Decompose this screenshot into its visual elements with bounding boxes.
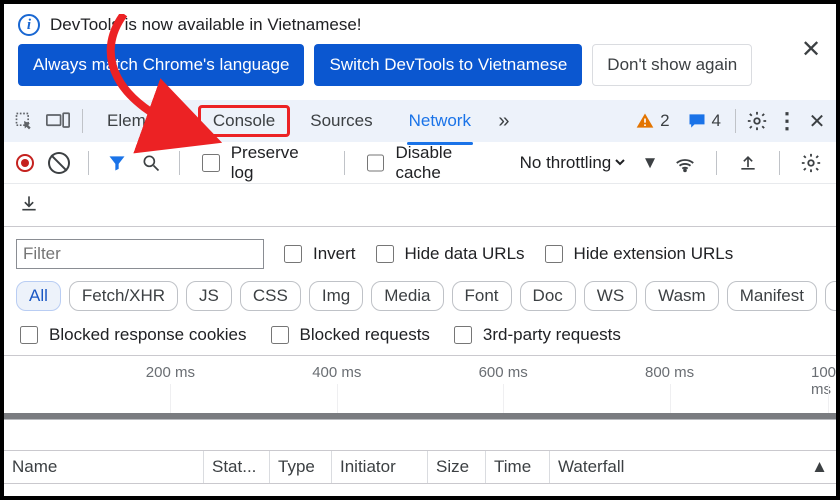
network-conditions-icon[interactable] [672,150,698,176]
timeline-tick: 800 ms [645,364,694,381]
switch-language-button[interactable]: Switch DevTools to Vietnamese [314,44,582,86]
filter-bar: Invert Hide data URLs Hide extension URL… [4,227,836,273]
download-row [4,184,836,227]
filter-toggle-icon[interactable] [107,153,127,173]
invert-label: Invert [313,244,356,264]
preserve-log-checkbox[interactable]: Preserve log [198,143,326,183]
network-settings-icon[interactable] [798,150,824,176]
info-message: DevTools is now available in Vietnamese! [50,15,362,35]
col-size[interactable]: Size [428,451,486,483]
close-infobar-button[interactable]: ✕ [798,36,824,62]
hide-ext-label: Hide extension URLs [574,244,734,264]
more-tabs-button[interactable]: » [491,108,517,134]
messages-count: 4 [712,111,721,131]
col-initiator[interactable]: Initiator [332,451,428,483]
type-media[interactable]: Media [371,281,443,311]
blocked-requests-label: Blocked requests [300,325,430,345]
third-party-label: 3rd-party requests [483,325,621,345]
type-css[interactable]: CSS [240,281,301,311]
messages-badge[interactable]: 4 [680,110,727,132]
warning-icon [634,110,656,132]
disable-cache-checkbox[interactable]: Disable cache [363,143,502,183]
timeline-tick: 600 ms [479,364,528,381]
type-wasm[interactable]: Wasm [645,281,719,311]
type-img[interactable]: Img [309,281,363,311]
tab-strip: Elements Console Sources Network » 2 4 ⋮… [4,100,836,142]
filter-input[interactable] [16,239,264,269]
inspect-icon[interactable] [10,111,38,131]
type-font[interactable]: Font [452,281,512,311]
col-time[interactable]: Time [486,451,550,483]
match-language-button[interactable]: Always match Chrome's language [18,44,304,86]
tab-sources[interactable]: Sources [294,105,388,137]
type-doc[interactable]: Doc [520,281,576,311]
network-toolbar: Preserve log Disable cache No throttling… [4,142,836,184]
separator [88,151,89,175]
message-icon [686,110,708,132]
invert-checkbox[interactable]: Invert [280,242,356,266]
request-options: Blocked response cookies Blocked request… [4,317,836,356]
blocked-cookies-label: Blocked response cookies [49,325,247,345]
tab-console[interactable]: Console [198,105,290,137]
type-filter-row: All Fetch/XHR JS CSS Img Media Font Doc … [4,273,836,317]
col-type[interactable]: Type [270,451,332,483]
timeline-tick: 200 ms [146,364,195,381]
hide-extension-urls-checkbox[interactable]: Hide extension URLs [541,242,734,266]
separator [179,151,180,175]
export-har-icon[interactable] [16,190,42,216]
search-icon[interactable] [141,153,161,173]
import-har-icon[interactable] [735,150,761,176]
device-icon[interactable] [42,111,74,131]
blocked-requests-checkbox[interactable]: Blocked requests [267,323,430,347]
col-waterfall[interactable]: Waterfall▲ [550,451,836,483]
timeline-overview[interactable]: 200 ms 400 ms 600 ms 800 ms 1000 ms [4,356,836,420]
kebab-menu-icon[interactable]: ⋮ [774,108,800,134]
type-other[interactable]: Other [825,281,836,311]
info-bar: i DevTools is now available in Vietnames… [4,4,836,44]
type-js[interactable]: JS [186,281,232,311]
close-devtools-button[interactable]: ✕ [804,108,830,134]
sort-arrow-icon: ▲ [811,457,828,477]
hide-data-urls-checkbox[interactable]: Hide data URLs [372,242,525,266]
throttling-select[interactable]: No throttling [516,152,628,173]
separator [82,109,83,133]
clear-button[interactable] [48,152,70,174]
col-status[interactable]: Stat... [204,451,270,483]
type-manifest[interactable]: Manifest [727,281,817,311]
type-fetch-xhr[interactable]: Fetch/XHR [69,281,178,311]
record-button[interactable] [16,154,34,172]
settings-icon[interactable] [744,108,770,134]
tab-network[interactable]: Network [393,105,487,137]
type-ws[interactable]: WS [584,281,637,311]
separator [735,109,736,133]
type-all[interactable]: All [16,281,61,311]
col-name[interactable]: Name [4,451,204,483]
preserve-log-label: Preserve log [231,143,326,183]
separator [716,151,717,175]
info-actions: Always match Chrome's language Switch De… [4,44,836,100]
hide-data-label: Hide data URLs [405,244,525,264]
separator [779,151,780,175]
separator [344,151,345,175]
tab-elements[interactable]: Elements [91,105,194,137]
blocked-cookies-checkbox[interactable]: Blocked response cookies [16,323,247,347]
requests-table-header: Name Stat... Type Initiator Size Time Wa… [4,450,836,484]
info-icon: i [18,14,40,36]
timeline-tick: 1000 ms [811,364,836,398]
warnings-count: 2 [660,111,669,131]
dont-show-again-button[interactable]: Don't show again [592,44,752,86]
third-party-checkbox[interactable]: 3rd-party requests [450,323,621,347]
timeline-tick: 400 ms [312,364,361,381]
disable-cache-label: Disable cache [395,143,501,183]
warnings-badge[interactable]: 2 [628,110,675,132]
